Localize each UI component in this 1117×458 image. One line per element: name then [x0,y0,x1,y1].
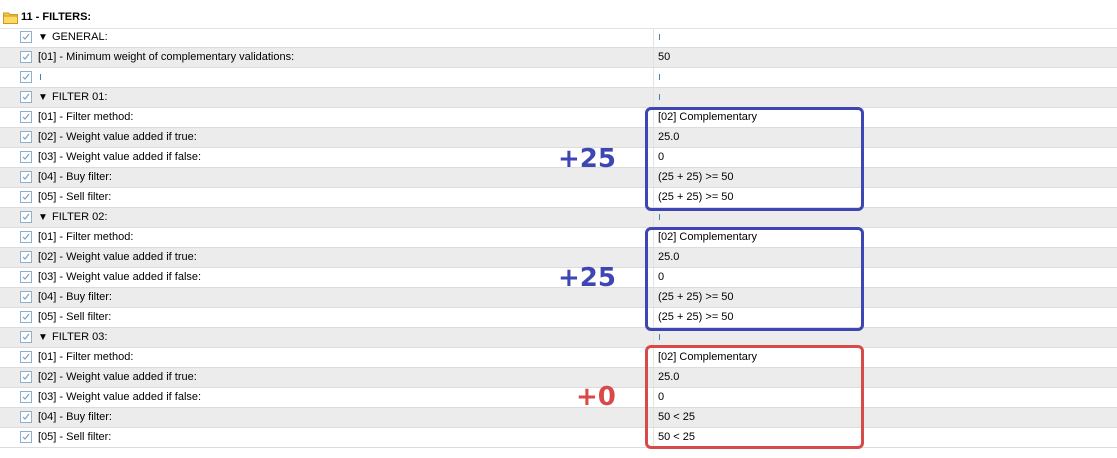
setting-row[interactable]: [03] - Weight value added if false: 0 [0,388,1117,408]
setting-row[interactable]: [01] - Filter method: [02] Complementary [0,228,1117,248]
setting-row[interactable]: [01] - Filter method: [02] Complementary [0,348,1117,368]
annotation-filter-02: +25 [558,263,616,293]
checkbox[interactable] [20,311,32,323]
filters-group-header[interactable]: 11 - FILTERS: [0,8,1117,29]
checkbox[interactable] [20,431,32,443]
checkbox[interactable] [20,331,32,343]
collapse-triangle-icon[interactable]: ▼ [38,92,48,103]
empty-label-marker [40,74,41,80]
column-divider [653,88,654,107]
section-label: GENERAL: [52,31,108,43]
setting-row[interactable]: [01] - Minimum weight of complementary v… [0,48,1117,68]
settings-list: ▼ GENERAL: [01] - Minimum weight of comp… [0,28,1117,448]
setting-label: [01] - Filter method: [38,231,134,243]
checkbox[interactable] [20,391,32,403]
checkbox[interactable] [20,31,32,43]
collapse-triangle-icon[interactable]: ▼ [38,332,48,343]
checkbox[interactable] [20,371,32,383]
empty-value-marker [659,334,660,340]
setting-row[interactable]: [05] - Sell filter: (25 + 25) >= 50 [0,308,1117,328]
setting-label: [03] - Weight value added if false: [38,271,202,283]
section-label: FILTER 01: [52,91,108,103]
setting-row[interactable]: [02] - Weight value added if true: 25.0 [0,368,1117,388]
section-row-filter-02[interactable]: ▼ FILTER 02: [0,208,1117,228]
setting-label: [03] - Weight value added if false: [38,151,202,163]
setting-value[interactable]: 50 [658,51,670,63]
empty-value-marker [659,214,660,220]
checkbox[interactable] [20,171,32,183]
setting-label: [01] - Minimum weight of complementary v… [38,51,295,63]
checkbox[interactable] [20,51,32,63]
setting-label: [05] - Sell filter: [38,191,112,203]
setting-label: [01] - Filter method: [38,111,134,123]
section-row-filter-01[interactable]: ▼ FILTER 01: [0,88,1117,108]
checkbox[interactable] [20,91,32,103]
section-row-general[interactable]: ▼ GENERAL: [0,28,1117,48]
setting-row[interactable]: [05] - Sell filter: (25 + 25) >= 50 [0,188,1117,208]
folder-icon [3,12,18,24]
empty-value-marker [659,94,660,100]
empty-value-marker [659,74,660,80]
checkbox[interactable] [20,191,32,203]
checkbox[interactable] [20,411,32,423]
setting-label: [04] - Buy filter: [38,171,112,183]
highlight-box-filter-01 [645,107,864,211]
setting-label: [05] - Sell filter: [38,431,112,443]
highlight-box-filter-02 [645,227,864,331]
column-divider [653,28,654,47]
blank-row[interactable] [0,68,1117,88]
setting-label: [02] - Weight value added if true: [38,131,197,143]
setting-label: [05] - Sell filter: [38,311,112,323]
collapse-triangle-icon[interactable]: ▼ [38,212,48,223]
checkbox[interactable] [20,271,32,283]
section-label: FILTER 02: [52,211,108,223]
section-label: FILTER 03: [52,331,108,343]
checkbox[interactable] [20,111,32,123]
setting-row[interactable]: [04] - Buy filter: 50 < 25 [0,408,1117,428]
empty-value-marker [659,34,660,40]
checkbox[interactable] [20,291,32,303]
section-row-filter-03[interactable]: ▼ FILTER 03: [0,328,1117,348]
setting-label: [02] - Weight value added if true: [38,371,197,383]
group-title: 11 - FILTERS: [21,11,92,23]
setting-label: [01] - Filter method: [38,351,134,363]
checkbox[interactable] [20,211,32,223]
checkbox[interactable] [20,151,32,163]
column-divider [653,68,654,87]
checkbox[interactable] [20,231,32,243]
collapse-triangle-icon[interactable]: ▼ [38,32,48,43]
column-divider [653,48,654,67]
annotation-filter-01: +25 [558,144,616,174]
setting-row[interactable]: [05] - Sell filter: 50 < 25 [0,428,1117,448]
checkbox[interactable] [20,71,32,83]
checkbox[interactable] [20,251,32,263]
setting-label: [02] - Weight value added if true: [38,251,197,263]
checkbox[interactable] [20,131,32,143]
setting-row[interactable]: [01] - Filter method: [02] Complementary [0,108,1117,128]
setting-label: [03] - Weight value added if false: [38,391,202,403]
highlight-box-filter-03 [645,345,864,449]
checkbox[interactable] [20,351,32,363]
annotation-filter-03: +0 [576,382,616,412]
setting-label: [04] - Buy filter: [38,411,112,423]
setting-label: [04] - Buy filter: [38,291,112,303]
